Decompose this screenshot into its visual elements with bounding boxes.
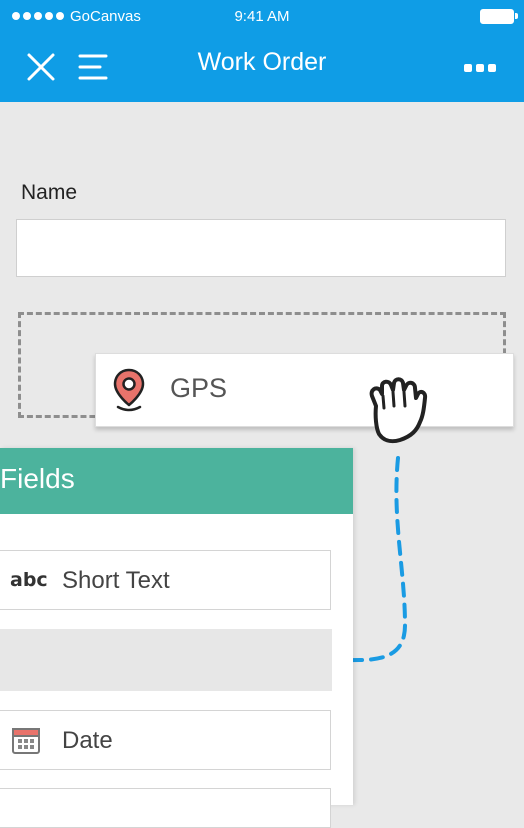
grab-hand-icon — [360, 372, 434, 450]
field-item-date[interactable]: Date — [0, 710, 331, 770]
fields-panel-header: Fields — [0, 448, 353, 514]
battery-icon — [480, 9, 518, 24]
page-title: Work Order — [197, 48, 327, 76]
field-item-label: Short Text — [62, 567, 170, 594]
field-item-partial[interactable] — [0, 788, 331, 828]
field-item-short-text[interactable]: abc Short Text — [0, 550, 331, 610]
field-item-label: Date — [62, 727, 113, 754]
field-item-placeholder — [0, 629, 332, 691]
map-pin-icon — [112, 367, 146, 413]
status-bar: GoCanvas 9:41 AM — [0, 0, 524, 34]
status-time: 9:41 AM — [234, 8, 290, 25]
fields-panel: Fields abc Short Text Date — [0, 448, 353, 828]
dragged-gps-field[interactable]: GPS — [95, 353, 514, 427]
calendar-icon — [12, 726, 40, 754]
more-options-icon[interactable] — [464, 58, 498, 78]
abc-icon: abc — [10, 569, 48, 591]
gps-field-label: GPS — [170, 373, 228, 403]
name-field[interactable] — [16, 219, 506, 277]
name-label: Name — [21, 181, 78, 204]
fields-panel-title: Fields — [0, 463, 75, 494]
nav-bar: Work Order — [0, 34, 524, 102]
